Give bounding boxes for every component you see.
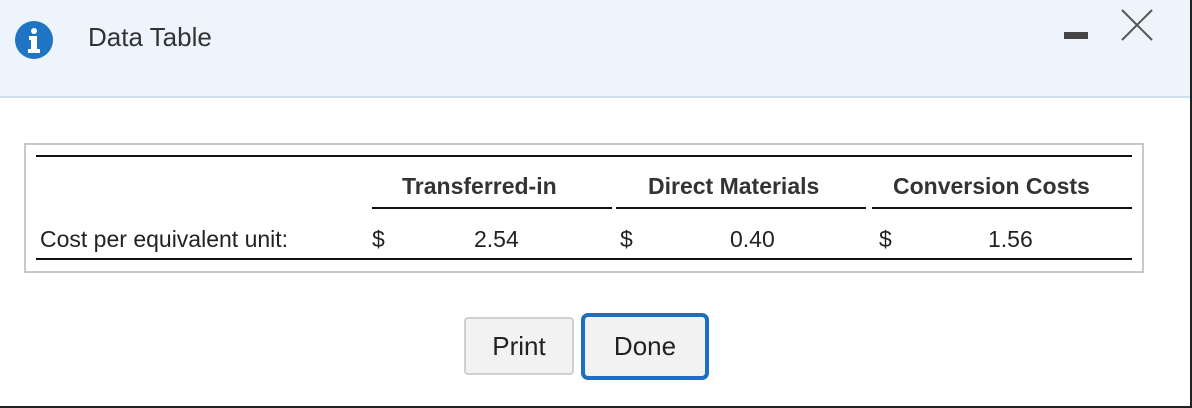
cell-value-direct-materials: 0.40 bbox=[730, 226, 775, 252]
dialog-title: Data Table bbox=[88, 22, 212, 52]
cell-value-conversion-costs: 1.56 bbox=[988, 226, 1033, 252]
cell-value-transferred-in: 2.54 bbox=[474, 226, 519, 252]
close-icon bbox=[1121, 9, 1153, 41]
header-underline-2 bbox=[616, 207, 866, 209]
row-label: Cost per equivalent unit: bbox=[40, 226, 289, 252]
header-underline-1 bbox=[372, 207, 612, 209]
close-button[interactable] bbox=[1116, 4, 1158, 46]
currency-symbol: $ bbox=[372, 226, 385, 252]
currency-symbol: $ bbox=[620, 226, 633, 252]
dialog-titlebar: Data Table bbox=[0, 0, 1190, 98]
minimize-icon bbox=[1064, 32, 1088, 39]
data-table-dialog: Data Table Transferred-in Direct Materia… bbox=[0, 0, 1192, 408]
currency-symbol: $ bbox=[879, 226, 892, 252]
done-button[interactable]: Done bbox=[581, 313, 709, 380]
column-header-transferred-in: Transferred-in bbox=[402, 173, 557, 199]
print-button[interactable]: Print bbox=[464, 317, 574, 375]
info-icon bbox=[14, 20, 54, 60]
header-underline-3 bbox=[872, 207, 1132, 209]
table-bottom-rule bbox=[36, 258, 1132, 260]
column-header-direct-materials: Direct Materials bbox=[648, 173, 820, 199]
table-top-rule bbox=[36, 155, 1132, 157]
column-header-conversion-costs: Conversion Costs bbox=[893, 173, 1090, 199]
data-table: Transferred-in Direct Materials Conversi… bbox=[24, 143, 1144, 273]
minimize-button[interactable] bbox=[1058, 22, 1094, 52]
